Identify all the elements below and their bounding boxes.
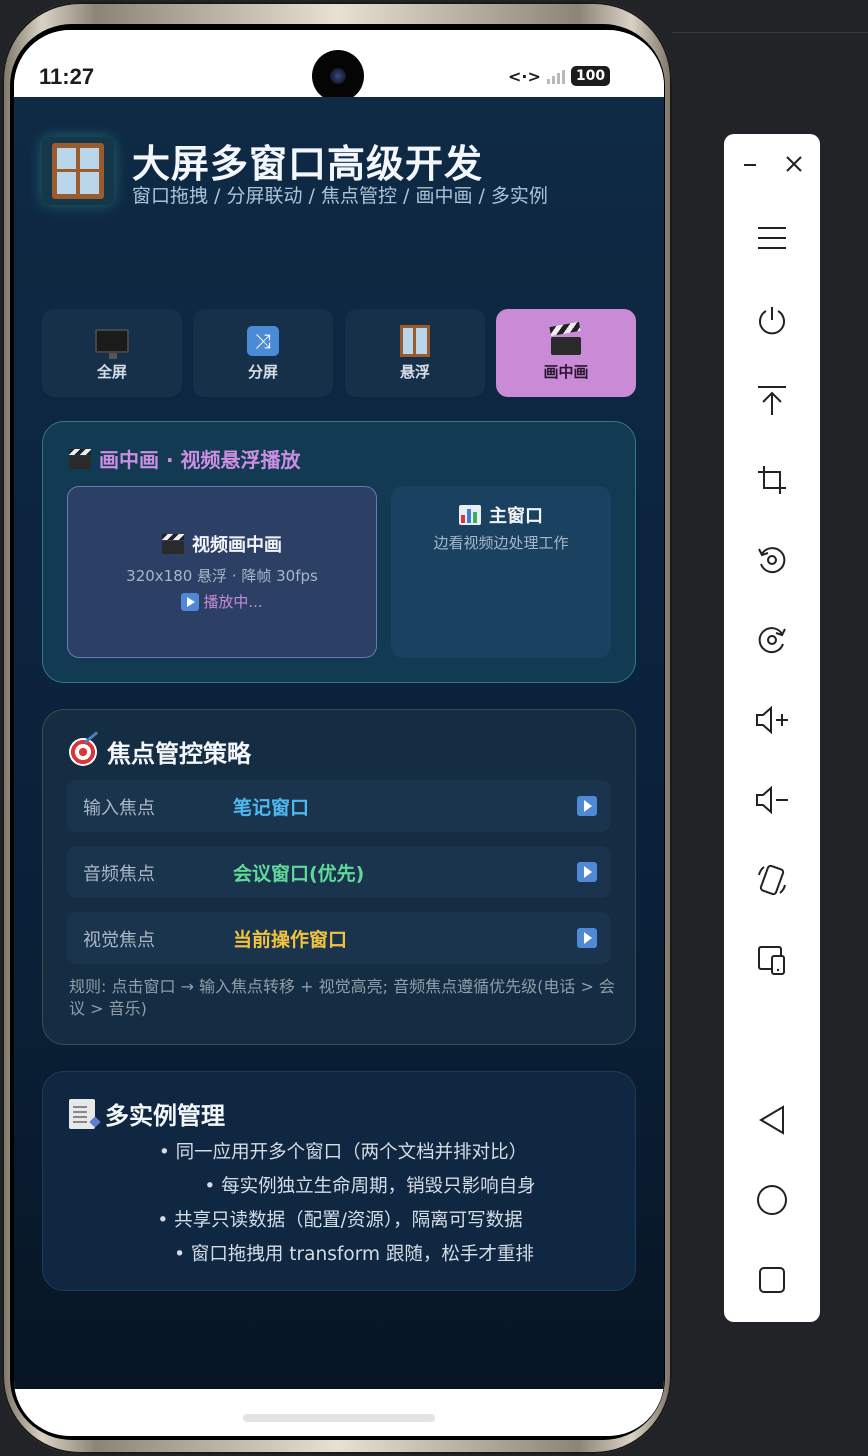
pip-card: 画中画 · 视频悬浮播放 视频画中画 320x180 悬浮 · 降帧 30fps… (42, 421, 636, 683)
focus-card: 焦点管控策略 输入焦点 笔记窗口 音频焦点 会议窗口(优先) 视觉焦点 当前操作… (42, 709, 636, 1045)
recents-icon[interactable] (752, 1260, 792, 1300)
main-window-subtitle: 边看视频边处理工作 (433, 534, 569, 552)
crop-icon[interactable] (752, 460, 792, 500)
tab-floating[interactable]: 悬浮 (345, 309, 485, 397)
focus-card-title: 焦点管控策略 (69, 734, 251, 769)
list-item: • 每实例独立生命周期，销毁只影响自身 (204, 1176, 536, 1197)
rotate-right-icon[interactable] (752, 620, 792, 660)
main-window-title-text: 主窗口 (489, 506, 543, 527)
rotate-left-icon[interactable] (752, 540, 792, 580)
window-icon (398, 324, 432, 357)
focus-value: 当前操作窗口 (233, 929, 348, 951)
multi-instance-card: 多实例管理 • 同一应用开多个窗口（两个文档并排对比） • 每实例独立生命周期，… (42, 1071, 636, 1291)
back-icon[interactable] (752, 1100, 792, 1140)
main-window-panel[interactable]: 主窗口 边看视频边处理工作 (391, 486, 611, 658)
app-logo-icon (42, 137, 114, 205)
pip-video-title: 视频画中画 (68, 531, 376, 557)
data-transfer-icon: <·> (508, 66, 541, 86)
status-icons: <·> 100 (508, 66, 611, 86)
tab-splitscreen[interactable]: ⤨ 分屏 (193, 309, 333, 397)
front-camera (312, 50, 364, 102)
monitor-icon (95, 325, 129, 359)
battery-icon: 100 (570, 66, 611, 86)
minimize-icon[interactable] (730, 144, 770, 184)
tab-label: 分屏 (247, 362, 278, 381)
focus-value: 笔记窗口 (233, 797, 310, 819)
focus-key: 视觉焦点 (83, 930, 155, 951)
pip-video-window[interactable]: 视频画中画 320x180 悬浮 · 降帧 30fps 播放中... (67, 486, 377, 658)
pip-video-status: 播放中... (68, 591, 376, 612)
phone-bezel: 11:27 <·> 100 大屏多窗口高级开发 窗口拖拽 / 分屏联动 / 焦点… (10, 24, 665, 1440)
focus-value: 会议窗口(优先) (233, 863, 365, 885)
emulator-toolbar (724, 134, 820, 1322)
multi-list: • 同一应用开多个窗口（两个文档并排对比） • 每实例独立生命周期，销毁只影响自… (43, 1136, 637, 1272)
page-subtitle: 窗口拖拽 / 分屏联动 / 焦点管控 / 画中画 / 多实例 (132, 185, 548, 207)
volume-down-icon[interactable] (752, 780, 792, 820)
play-button[interactable] (577, 928, 597, 948)
tab-label: 画中画 (543, 362, 589, 381)
list-item: • 共享只读数据（配置/资源），隔离可写数据 (157, 1210, 523, 1231)
tab-pip[interactable]: 画中画 (496, 309, 636, 397)
play-icon (181, 592, 200, 611)
list-item: • 窗口拖拽用 transform 跟随，松手才重排 (174, 1244, 534, 1265)
focus-row-audio: 音频焦点 会议窗口(优先) (67, 846, 611, 898)
focus-row-visual: 视觉焦点 当前操作窗口 (67, 912, 611, 964)
document-icon (69, 1098, 95, 1129)
home-icon[interactable] (752, 1180, 792, 1220)
clapper-icon (69, 448, 91, 469)
clapper-icon (549, 321, 583, 357)
app-content: 大屏多窗口高级开发 窗口拖拽 / 分屏联动 / 焦点管控 / 画中画 / 多实例… (14, 97, 664, 1389)
multi-card-title: 多实例管理 (69, 1096, 225, 1131)
upload-icon[interactable] (752, 380, 792, 420)
window-icon (52, 143, 104, 199)
focus-key: 输入焦点 (83, 798, 155, 819)
page-title: 大屏多窗口高级开发 (132, 142, 484, 186)
close-icon[interactable] (774, 144, 814, 184)
pip-card-title: 画中画 · 视频悬浮播放 (69, 444, 301, 473)
bar-chart-icon (459, 505, 481, 525)
tab-label: 全屏 (96, 362, 127, 381)
rotate-device-icon[interactable] (752, 860, 792, 900)
tab-label: 悬浮 (399, 362, 430, 381)
play-button[interactable] (577, 862, 597, 882)
status-time: 11:27 (39, 64, 95, 89)
signal-icon (546, 68, 565, 84)
status-bar: 11:27 <·> 100 (14, 30, 664, 102)
pip-video-title-text: 视频画中画 (192, 535, 282, 556)
home-indicator[interactable] (243, 1414, 435, 1422)
focus-key: 音频焦点 (83, 864, 155, 885)
target-icon (69, 737, 97, 766)
pip-video-meta: 320x180 悬浮 · 降帧 30fps (126, 567, 318, 585)
pip-video-status-text: 播放中... (203, 593, 263, 611)
play-button[interactable] (577, 796, 597, 816)
clapper-icon (162, 534, 184, 554)
multi-card-title-text: 多实例管理 (105, 1102, 225, 1130)
focus-rule-text: 规则: 点击窗口 → 输入焦点转移 + 视觉高亮; 音频焦点遵循优先级(电话 >… (69, 977, 615, 1018)
focus-card-title-text: 焦点管控策略 (107, 740, 251, 768)
focus-row-input: 输入焦点 笔记窗口 (67, 780, 611, 832)
menu-icon[interactable] (752, 218, 792, 258)
list-item: • 同一应用开多个窗口（两个文档并排对比） (158, 1142, 528, 1163)
tab-fullscreen[interactable]: 全屏 (42, 309, 182, 397)
divider (672, 32, 868, 33)
volume-up-icon[interactable] (752, 700, 792, 740)
phone-frame: 11:27 <·> 100 大屏多窗口高级开发 窗口拖拽 / 分屏联动 / 焦点… (2, 2, 672, 1454)
main-window-title: 主窗口 (391, 502, 611, 528)
shuffle-icon: ⤨ (246, 325, 280, 357)
phone-screen: 11:27 <·> 100 大屏多窗口高级开发 窗口拖拽 / 分屏联动 / 焦点… (14, 30, 664, 1436)
gesture-bar (14, 1389, 664, 1436)
power-icon[interactable] (752, 300, 792, 340)
fold-device-icon[interactable] (752, 940, 792, 980)
pip-card-title-text: 画中画 · 视频悬浮播放 (99, 448, 301, 472)
